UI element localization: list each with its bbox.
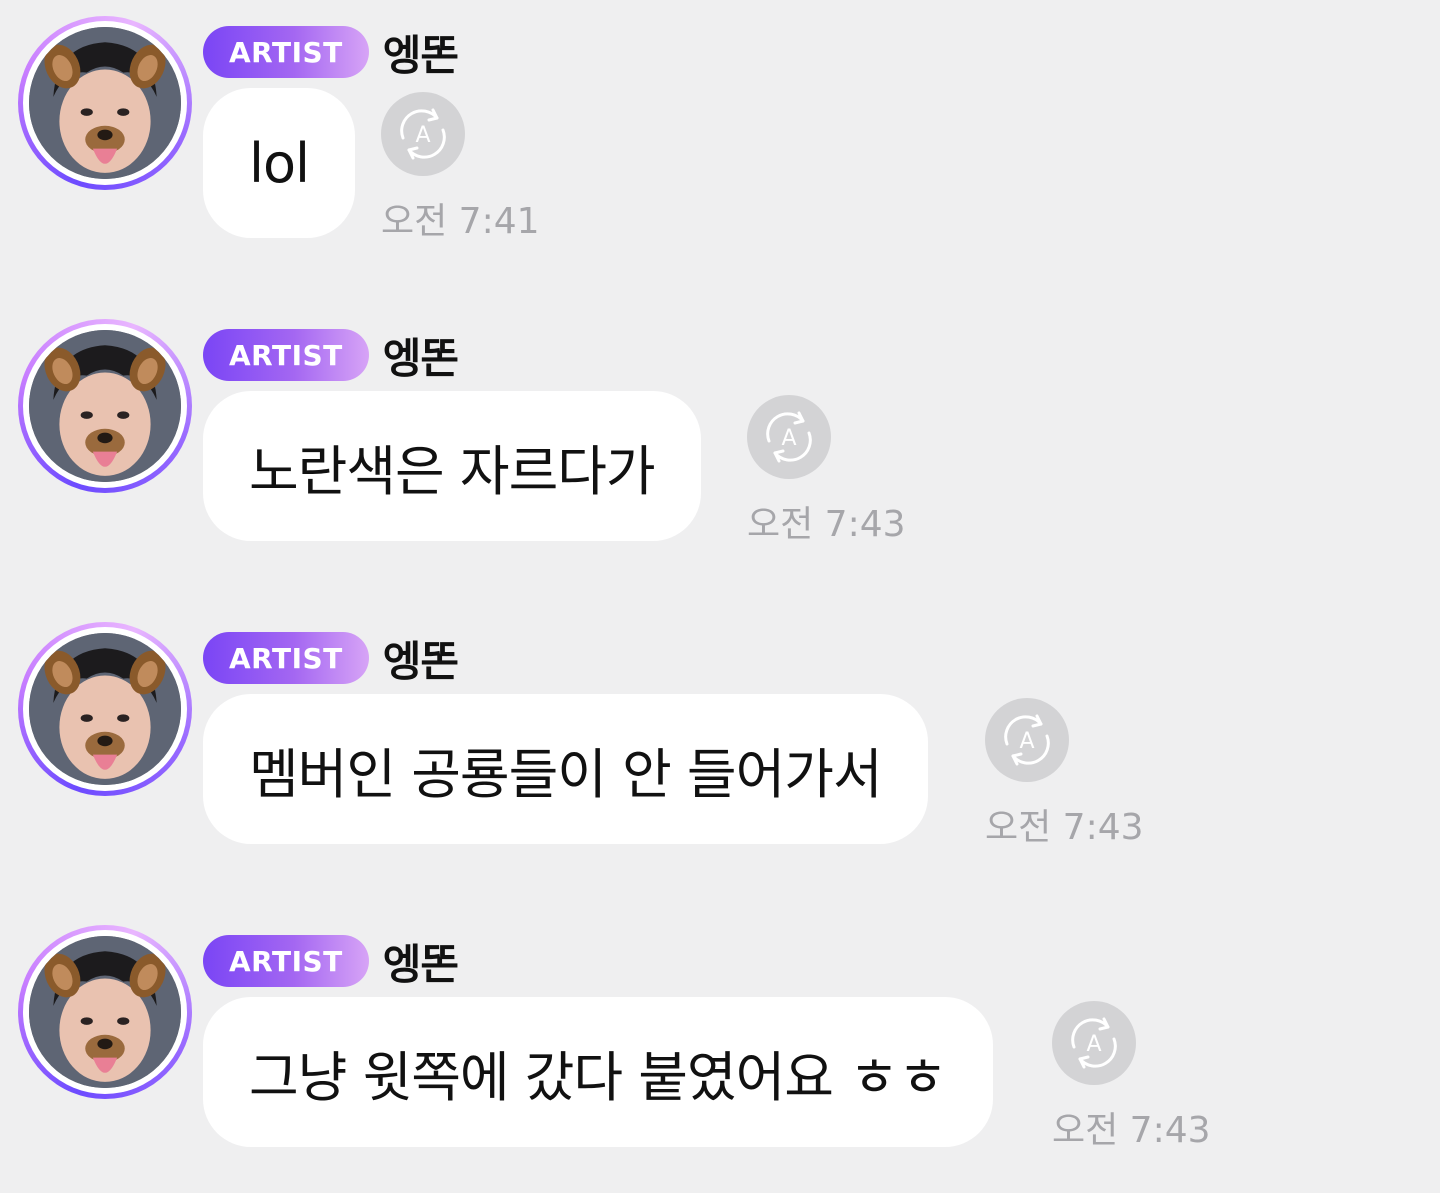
avatar-photo <box>29 936 181 1088</box>
translate-a-icon: A <box>766 411 812 463</box>
svg-text:A: A <box>1019 729 1034 754</box>
sender-name[interactable]: 엥똔 <box>383 22 459 83</box>
message-time: 오전 7:41 <box>381 201 540 242</box>
avatar[interactable] <box>18 925 192 1099</box>
sender-name[interactable]: 엥똔 <box>383 628 459 689</box>
svg-text:A: A <box>781 426 796 451</box>
message-header: ARTIST 엥똔 <box>203 22 459 83</box>
message-header: ARTIST 엥똔 <box>203 628 459 689</box>
translate-button[interactable]: A <box>985 698 1069 782</box>
artist-badge: ARTIST <box>203 26 369 78</box>
message-bubble[interactable]: 멤버인 공룡들이 안 들어가서 <box>203 694 928 844</box>
message-time: 오전 7:43 <box>985 807 1144 848</box>
translate-button[interactable]: A <box>747 395 831 479</box>
message-row: ARTIST 엥똔 멤버인 공룡들이 안 들어가서 A 오전 7:43 <box>0 606 1440 866</box>
avatar-photo <box>29 330 181 482</box>
message-row: ARTIST 엥똔 그냥 윗쪽에 갔다 붙였어요 ㅎㅎ A 오전 7:43 <box>0 909 1440 1169</box>
avatar[interactable] <box>18 319 192 493</box>
message-row: ARTIST 엥똔 노란색은 자르다가 A 오전 7:43 <box>0 303 1440 563</box>
message-row: ARTIST 엥똔 lol A 오전 7:41 <box>0 0 1440 260</box>
artist-badge: ARTIST <box>203 935 369 987</box>
translate-button[interactable]: A <box>1052 1001 1136 1085</box>
translate-a-icon: A <box>1004 714 1050 766</box>
avatar-photo <box>29 27 181 179</box>
sender-name[interactable]: 엥똔 <box>383 325 459 386</box>
sender-name[interactable]: 엥똔 <box>383 931 459 992</box>
artist-badge: ARTIST <box>203 329 369 381</box>
message-header: ARTIST 엥똔 <box>203 931 459 992</box>
message-time: 오전 7:43 <box>747 504 906 545</box>
translate-button[interactable]: A <box>381 92 465 176</box>
avatar[interactable] <box>18 622 192 796</box>
translate-a-icon: A <box>1071 1017 1117 1069</box>
message-header: ARTIST 엥똔 <box>203 325 459 386</box>
message-time: 오전 7:43 <box>1052 1110 1211 1151</box>
translate-a-icon: A <box>400 108 446 160</box>
message-bubble[interactable]: lol <box>203 88 356 238</box>
svg-text:A: A <box>415 123 430 148</box>
svg-text:A: A <box>1086 1032 1101 1057</box>
chat-thread: ARTIST 엥똔 lol A 오전 7:41 ARTIST 엥똔 노란색은 자… <box>0 0 1440 1193</box>
artist-badge: ARTIST <box>203 632 369 684</box>
message-bubble[interactable]: 그냥 윗쪽에 갔다 붙였어요 ㅎㅎ <box>203 997 993 1147</box>
avatar-photo <box>29 633 181 785</box>
avatar[interactable] <box>18 16 192 190</box>
message-bubble[interactable]: 노란색은 자르다가 <box>203 391 701 541</box>
